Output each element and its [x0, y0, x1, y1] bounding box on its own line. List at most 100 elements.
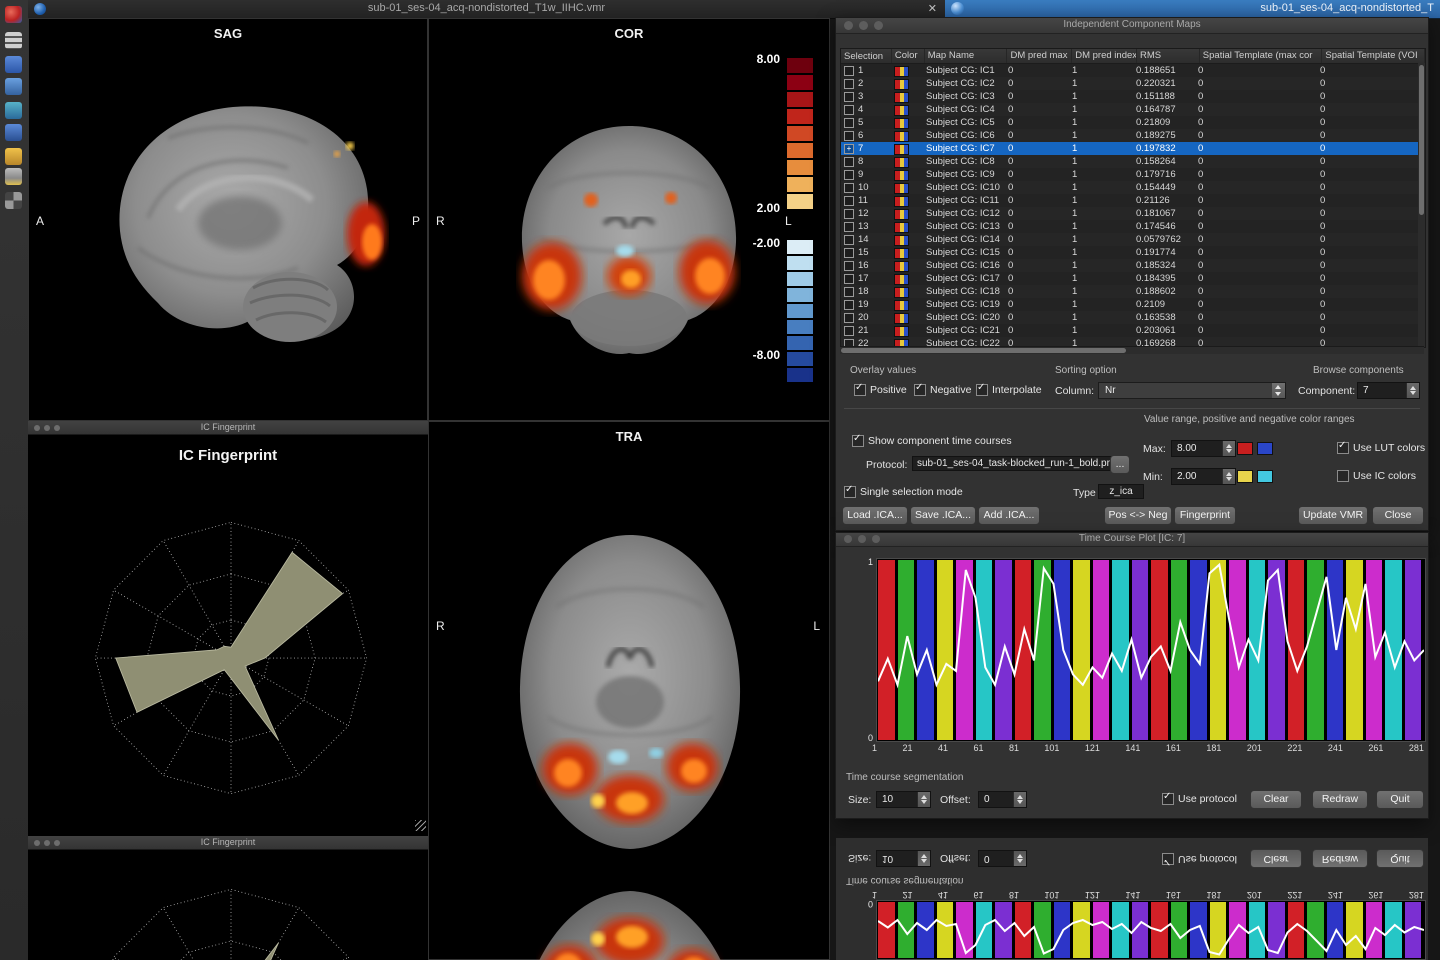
mesh-icon[interactable] — [5, 102, 22, 119]
quit-button[interactable]: Quit — [1376, 849, 1424, 868]
table-row[interactable]: 11Subject CG: IC11010.2112600 — [841, 194, 1425, 207]
offset-spinner[interactable]: 0 — [978, 850, 1027, 867]
checkbox-icon[interactable] — [1337, 442, 1349, 454]
close-button[interactable]: Close — [1372, 506, 1424, 525]
interpolate-checkbox[interactable]: Interpolate — [976, 384, 1042, 396]
tra-view[interactable]: TRA R L — [428, 421, 830, 960]
lut-color-swatch — [894, 274, 909, 285]
stepper-arrows-icon[interactable] — [1406, 383, 1419, 398]
checkbox-icon[interactable] — [1337, 470, 1349, 482]
table-row[interactable]: 6Subject CG: IC6010.18927500 — [841, 129, 1425, 142]
show-time-courses-checkbox[interactable]: Show component time courses — [852, 435, 1012, 447]
table-row[interactable]: 13Subject CG: IC13010.17454600 — [841, 220, 1425, 233]
checkbox-icon[interactable] — [852, 435, 864, 447]
close-icon[interactable]: ✕ — [928, 2, 937, 15]
negative-checkbox[interactable]: Negative — [914, 384, 971, 396]
checkbox-icon[interactable] — [844, 486, 856, 498]
transparency-icon[interactable] — [5, 192, 22, 209]
type-field[interactable]: z_ica — [1098, 484, 1144, 499]
resize-grip-icon[interactable] — [415, 820, 426, 831]
stepper-arrows-icon[interactable] — [917, 851, 930, 866]
positive-color-swatch[interactable] — [1237, 442, 1253, 455]
table-row[interactable]: 16Subject CG: IC16010.18532400 — [841, 259, 1425, 272]
table-row[interactable]: 8Subject CG: IC8010.15826400 — [841, 155, 1425, 168]
slice-box-icon[interactable] — [5, 78, 22, 95]
app-icon[interactable] — [5, 6, 22, 23]
single-selection-checkbox[interactable]: Single selection mode — [844, 486, 963, 498]
use-ic-colors-checkbox[interactable]: Use IC colors — [1337, 470, 1416, 482]
stepper-arrows-icon[interactable] — [917, 792, 930, 807]
stepper-arrows-icon[interactable] — [1013, 792, 1026, 807]
table-row[interactable]: +7Subject CG: IC7010.19783200 — [841, 142, 1425, 155]
table-row[interactable]: 5Subject CG: IC5010.2180900 — [841, 116, 1425, 129]
checkbox-icon[interactable] — [1162, 793, 1174, 805]
table-row[interactable]: 19Subject CG: IC19010.210900 — [841, 298, 1425, 311]
clear-button[interactable]: Clear — [1250, 790, 1302, 809]
col-st-max-cor: Spatial Template (max cor — [1200, 49, 1323, 63]
min-spinner[interactable]: 2.00 — [1171, 468, 1236, 485]
negative-low-color-swatch[interactable] — [1257, 470, 1273, 483]
table-row[interactable]: 12Subject CG: IC12010.18106700 — [841, 207, 1425, 220]
background-window-titlebar[interactable]: sub-01_ses-04_acq-nondistorted_T — [945, 0, 1440, 19]
pos-neg-button[interactable]: Pos <-> Neg — [1104, 506, 1172, 525]
max-spinner[interactable]: 8.00 — [1171, 440, 1236, 457]
table-row[interactable]: 9Subject CG: IC9010.17971600 — [841, 168, 1425, 181]
component-table-header[interactable]: Selection Color Map Name DM pred max DM … — [841, 49, 1425, 64]
update-vmr-button[interactable]: Update VMR — [1298, 506, 1368, 525]
dropdown-arrows-icon[interactable] — [1272, 383, 1285, 398]
checkbox-icon[interactable] — [854, 384, 866, 396]
checkbox-icon[interactable] — [1162, 853, 1174, 865]
size-spinner[interactable]: 10 — [876, 850, 931, 867]
table-row[interactable]: 15Subject CG: IC15010.19177400 — [841, 246, 1425, 259]
table-row[interactable]: 10Subject CG: IC10010.15444900 — [841, 181, 1425, 194]
add-ica-button[interactable]: Add .ICA... — [978, 506, 1040, 525]
positive-low-color-swatch[interactable] — [1237, 470, 1253, 483]
positive-checkbox[interactable]: Positive — [854, 384, 907, 396]
save-ica-button[interactable]: Save .ICA... — [910, 506, 976, 525]
table-row[interactable]: 17Subject CG: IC17010.18439500 — [841, 272, 1425, 285]
table-horizontal-scrollbar[interactable] — [840, 346, 1424, 354]
use-protocol-checkbox[interactable]: Use protocol — [1162, 793, 1237, 805]
table-row[interactable]: 14Subject CG: IC14010.057976200 — [841, 233, 1425, 246]
redraw-button[interactable]: Redraw — [1312, 790, 1368, 809]
volume-box-icon[interactable] — [5, 56, 22, 73]
use-lut-checkbox[interactable]: Use LUT colors — [1337, 442, 1425, 454]
grid-view-icon[interactable] — [5, 32, 22, 49]
component-spinner[interactable]: 7 — [1357, 382, 1420, 399]
table-row[interactable]: 4Subject CG: IC4010.16478700 — [841, 103, 1425, 116]
table-row[interactable]: 21Subject CG: IC21010.20306100 — [841, 324, 1425, 337]
stepper-arrows-icon[interactable] — [1222, 469, 1235, 484]
load-ica-button[interactable]: Load .ICA... — [842, 506, 908, 525]
tc-titlebar[interactable]: Time Course Plot [IC: 7] — [836, 533, 1428, 547]
size-spinner[interactable]: 10 — [876, 791, 931, 808]
quit-button[interactable]: Quit — [1376, 790, 1424, 809]
fingerprint-button[interactable]: Fingerprint — [1174, 506, 1236, 525]
checkbox-icon[interactable] — [976, 384, 988, 396]
stepper-arrows-icon[interactable] — [1222, 441, 1235, 456]
surface-icon[interactable] — [5, 124, 22, 141]
offset-spinner[interactable]: 0 — [978, 791, 1027, 808]
use-protocol-checkbox[interactable]: Use protocol — [1162, 853, 1237, 865]
stepper-arrows-icon[interactable] — [1013, 851, 1026, 866]
icm-titlebar[interactable]: Independent Component Maps — [836, 18, 1428, 34]
fingerprint-window-titlebar[interactable]: IC Fingerprint — [28, 421, 428, 435]
table-vertical-scrollbar[interactable] — [1418, 63, 1425, 347]
cor-view[interactable]: COR R L 8.00 2.00 -2.00 -8.00 — [428, 18, 830, 421]
table-row[interactable]: 2Subject CG: IC2010.22032100 — [841, 77, 1425, 90]
table-row[interactable]: 20Subject CG: IC20010.16353800 — [841, 311, 1425, 324]
folder-icon[interactable] — [5, 148, 22, 165]
snapshot-icon[interactable] — [5, 168, 22, 185]
table-row[interactable]: 1Subject CG: IC1010.18865100 — [841, 64, 1425, 77]
protocol-browse-button[interactable]: ... — [1110, 455, 1130, 474]
redraw-button[interactable]: Redraw — [1312, 849, 1368, 868]
table-row[interactable]: 3Subject CG: IC3010.15118800 — [841, 90, 1425, 103]
negative-color-swatch[interactable] — [1257, 442, 1273, 455]
sag-view[interactable]: SAG A P — [28, 18, 428, 421]
fingerprint-window[interactable]: IC Fingerprint IC Fingerprint — [28, 421, 428, 833]
sort-column-dropdown[interactable]: Nr — [1098, 382, 1286, 399]
fingerprint-window-titlebar[interactable]: IC Fingerprint — [28, 836, 428, 850]
protocol-field[interactable]: sub-01_ses-04_task-blocked_run-1_bold.pr… — [912, 456, 1114, 471]
checkbox-icon[interactable] — [914, 384, 926, 396]
clear-button[interactable]: Clear — [1250, 849, 1302, 868]
table-row[interactable]: 18Subject CG: IC18010.18860200 — [841, 285, 1425, 298]
